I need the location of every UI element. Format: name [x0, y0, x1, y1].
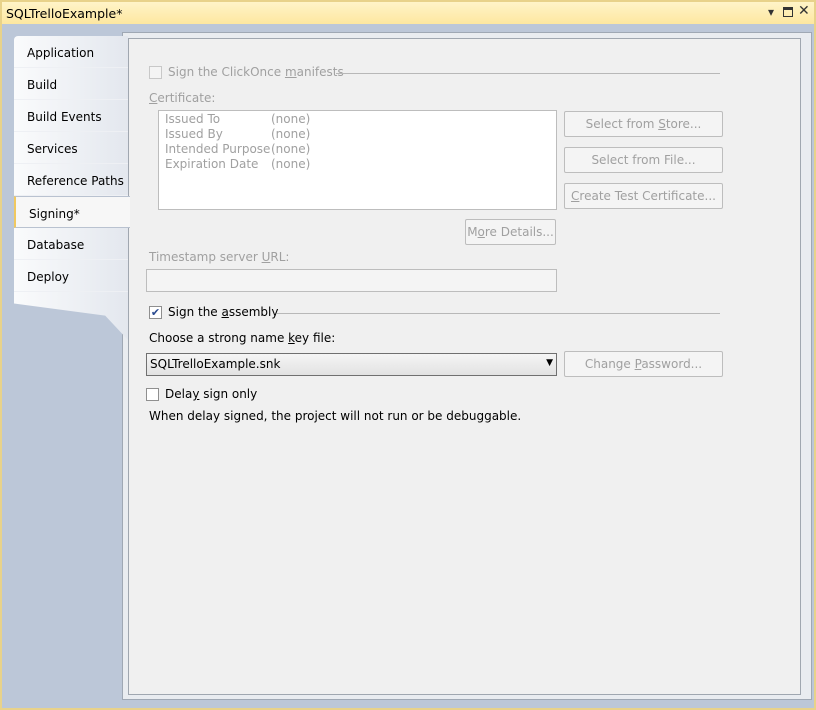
close-icon[interactable]: ✕	[798, 3, 810, 19]
change-password-button[interactable]: Change Password...	[564, 351, 723, 377]
clickonce-label: Sign the ClickOnce manifests	[168, 65, 344, 79]
create-test-certificate-button[interactable]: Create Test Certificate...	[564, 183, 723, 209]
tab-reference-paths[interactable]: Reference Paths	[14, 164, 128, 196]
timestamp-url-input[interactable]	[146, 269, 557, 292]
tab-deploy[interactable]: Deploy	[14, 260, 128, 292]
tab-signing[interactable]: Signing*	[14, 196, 130, 228]
title-bar: SQLTrelloExample* ▾ ✕	[2, 2, 814, 24]
tab-build-events[interactable]: Build Events	[14, 100, 128, 132]
dropdown-icon[interactable]: ▾	[768, 5, 774, 19]
cert-field-name: Intended Purpose	[165, 142, 271, 156]
select-from-file-button[interactable]: Select from File...	[564, 147, 723, 173]
key-file-value: SQLTrelloExample.snk	[150, 357, 281, 371]
cert-field-value: (none)	[271, 157, 311, 171]
certificate-box: Issued To Issued By Intended Purpose Exp…	[158, 110, 557, 210]
cert-field-name: Issued To	[165, 112, 221, 126]
select-from-store-button[interactable]: Select from Store...	[564, 111, 723, 137]
delay-sign-label: Delay sign only	[165, 387, 258, 401]
divider	[277, 313, 720, 314]
cert-field-value: (none)	[271, 112, 311, 126]
key-file-label: Choose a strong name key file:	[149, 331, 336, 345]
tab-database[interactable]: Database	[14, 228, 128, 260]
timestamp-label: Timestamp server URL:	[149, 250, 290, 264]
chevron-down-icon: ▼	[546, 358, 553, 368]
cert-field-name: Expiration Date	[165, 157, 259, 171]
window-title: SQLTrelloExample*	[6, 6, 123, 21]
certificate-label: Certificate:	[149, 91, 216, 105]
cert-field-name: Issued By	[165, 127, 223, 141]
delay-sign-note: When delay signed, the project will not …	[149, 409, 522, 423]
tab-sidebar: Application Build Build Events Services …	[14, 36, 130, 340]
sign-assembly-checkbox[interactable]: ✔	[149, 306, 162, 319]
tab-application[interactable]: Application	[14, 36, 128, 68]
clickonce-checkbox[interactable]	[149, 66, 162, 79]
maximize-icon[interactable]	[783, 7, 793, 17]
delay-sign-checkbox[interactable]	[146, 388, 159, 401]
cert-field-value: (none)	[271, 127, 311, 141]
tab-services[interactable]: Services	[14, 132, 128, 164]
tab-build[interactable]: Build	[14, 68, 128, 100]
divider	[336, 73, 720, 74]
cert-field-value: (none)	[271, 142, 311, 156]
sign-assembly-label: Sign the assembly	[168, 305, 279, 319]
more-details-button[interactable]: More Details...	[465, 219, 556, 245]
key-file-dropdown[interactable]: SQLTrelloExample.snk ▼	[146, 353, 557, 376]
